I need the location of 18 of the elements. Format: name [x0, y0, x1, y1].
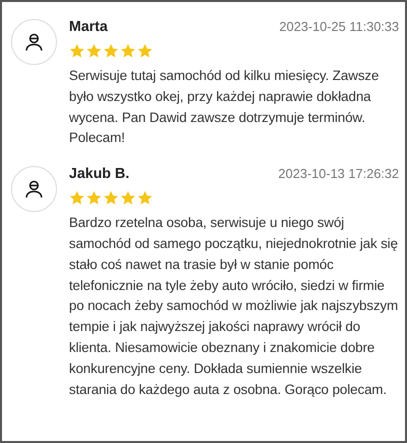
star-icon	[86, 43, 102, 59]
star-icon	[120, 43, 136, 59]
review-text: Bardzo rzetelna osoba, serwisuje u niego swój samochód od samego początku, niejednokrotnie jak się stało coś nawet na trasie był w stanie pomóc telefonicznie na tyle żeby auto wróciło, siedzi w firmie po nocach żeby samochód w możliwie jak najszybszym tempie i jak najwyższej jakości naprawy wrócił do klienta. Niesamowicie obeznany i znakomicie dobre konkurencyjne ceny. Dokłada sumiennie wszelkie starania do każdego auta z osobna. Gorąco polecam.	[69, 214, 399, 399]
star-icon	[103, 43, 119, 59]
star-icon	[120, 190, 136, 206]
star-icon	[86, 190, 102, 206]
star-icon	[137, 43, 153, 59]
review-date: 2023-10-25 11:30:33	[279, 19, 399, 34]
user-icon	[25, 180, 43, 198]
reviewer-name: Marta	[69, 19, 108, 35]
user-icon	[25, 33, 43, 51]
star-icon	[69, 43, 85, 59]
reviewer-name: Jakub B.	[69, 166, 130, 182]
review-date: 2023-10-13 17:26:32	[278, 166, 399, 182]
star-icon	[69, 190, 85, 206]
star-icon	[103, 190, 119, 206]
review-text: Serwisuje tutaj samochód od kilku miesięcy. Zawsze było wszystko okej, przy każdej naprawie dokładna wycena. Pan Dawid zawsze dotrzymuje terminów. Polecam!	[69, 67, 380, 148]
star-icon	[137, 190, 153, 206]
